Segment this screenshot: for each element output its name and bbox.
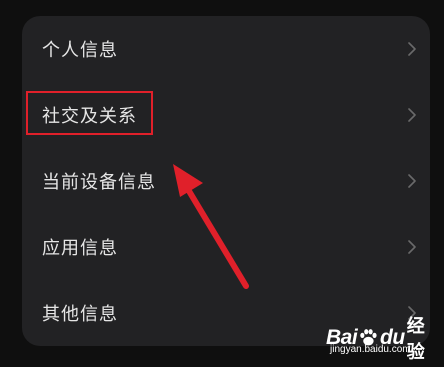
menu-item-label: 社交及关系 xyxy=(42,106,137,127)
chevron-right-icon xyxy=(408,108,416,122)
screen: 个人信息 社交及关系 当前设备信息 应用信息 其他信息 Bai du 经验 ji… xyxy=(0,0,444,367)
menu-item-label: 其他信息 xyxy=(42,304,118,325)
menu-item-label: 个人信息 xyxy=(42,40,118,61)
menu-item-label: 应用信息 xyxy=(42,238,118,259)
menu-item-other-info[interactable]: 其他信息 xyxy=(22,280,430,346)
chevron-right-icon xyxy=(408,306,416,320)
menu-item-app-info[interactable]: 应用信息 xyxy=(22,214,430,280)
chevron-right-icon xyxy=(408,174,416,188)
menu-item-current-device-info[interactable]: 当前设备信息 xyxy=(22,148,430,214)
menu-item-social-relations[interactable]: 社交及关系 xyxy=(22,82,430,148)
chevron-right-icon xyxy=(408,240,416,254)
menu-item-personal-info[interactable]: 个人信息 xyxy=(22,16,430,82)
menu-item-label: 当前设备信息 xyxy=(42,172,156,193)
chevron-right-icon xyxy=(408,42,416,56)
info-menu-panel: 个人信息 社交及关系 当前设备信息 应用信息 其他信息 xyxy=(22,16,430,346)
